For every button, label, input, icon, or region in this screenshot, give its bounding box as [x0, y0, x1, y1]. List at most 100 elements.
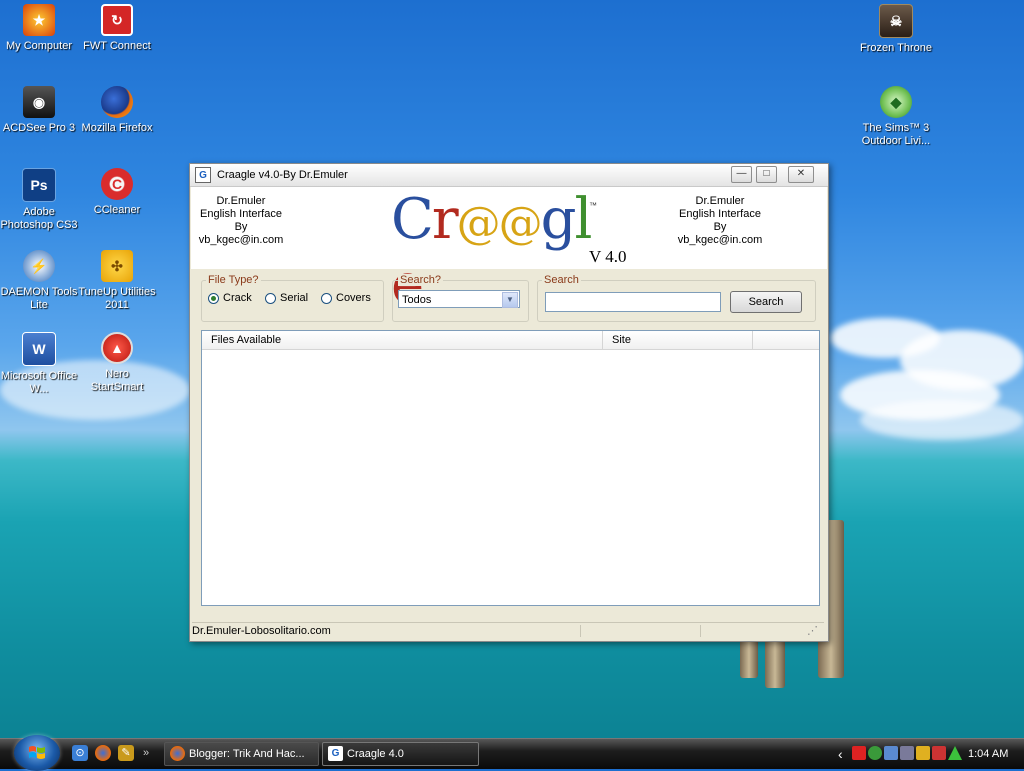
desktop-icon-sims[interactable]: ◆ The Sims™ 3 Outdoor Livi... [857, 86, 935, 148]
taskbar: ⊙ ✎ » Blogger: Trik And Hac... G Craagle… [0, 735, 1024, 771]
desktop-icon-fwt-connect[interactable]: ↻ FWT Connect [78, 4, 156, 53]
desktop-icon-label: ACDSee Pro 3 [2, 122, 76, 134]
desktop-icon-tuneup[interactable]: ✣ TuneUp Utilities 2011 [78, 250, 156, 312]
select-value: Todos [402, 294, 432, 306]
trademark-mark: ™ [589, 201, 597, 210]
desktop-icon-label: Adobe Photoshop CS3 [0, 206, 78, 231]
desktop-icon-label: CCleaner [93, 204, 141, 216]
search-where-label: Search? [398, 274, 443, 286]
credit-line: Dr.Emuler [695, 195, 745, 207]
firefox-quicklaunch-icon[interactable] [95, 745, 111, 761]
frozen-throne-icon: ☠ [879, 4, 913, 38]
column-header-site[interactable]: Site [603, 331, 753, 350]
radio-button[interactable] [321, 292, 332, 304]
craagle-icon: G [328, 746, 343, 761]
tray-device-icon[interactable] [900, 746, 914, 760]
taskbar-button-craagle[interactable]: G Craagle 4.0 [322, 742, 479, 766]
radio-button[interactable] [265, 292, 276, 304]
maximize-button[interactable]: □ [756, 166, 777, 183]
status-separator [700, 625, 701, 637]
pier-post [740, 636, 758, 678]
quicklaunch-app-icon[interactable]: ✎ [118, 745, 134, 761]
tray-expand-icon[interactable]: ‹ [838, 739, 843, 769]
photoshop-icon: Ps [22, 168, 56, 202]
status-text: Dr.Emuler-Lobosolitario.com [192, 625, 331, 637]
nero-icon: ▲ [101, 332, 133, 364]
tray-antivirus-icon[interactable] [852, 746, 866, 760]
credit-right: Dr.Emuler English Interface By vb_kgec@i… [665, 195, 775, 247]
pier-post [765, 636, 785, 688]
desktop-icon-word[interactable]: W Microsoft Office W... [0, 332, 78, 396]
taskbar-button-label: Blogger: Trik And Hac... [189, 748, 305, 760]
credit-line: By [713, 221, 727, 233]
logo-letter: g [540, 187, 577, 252]
sims-icon: ◆ [880, 86, 912, 118]
desktop-icon-acdsee[interactable]: ◉ ACDSee Pro 3 [0, 86, 78, 135]
resize-grip-icon[interactable]: ⋰ [807, 623, 818, 639]
fwt-connect-icon: ↻ [101, 4, 133, 36]
window-title: Craagle v4.0-By Dr.Emuler [217, 169, 348, 181]
tray-volume-icon[interactable] [932, 746, 946, 760]
search-button[interactable]: Search [730, 291, 802, 313]
desktop-icon-firefox[interactable]: Mozilla Firefox [78, 86, 156, 135]
firefox-icon [101, 86, 133, 118]
credit-line: vb_kgec@in.com [677, 234, 763, 246]
radio-covers[interactable]: Covers [321, 292, 371, 304]
desktop-icon-label: DAEMON Tools Lite [0, 286, 78, 311]
logo-letter: l [574, 187, 593, 252]
credit-line: English Interface [679, 208, 761, 220]
craagle-logo: Cr@@gle [391, 187, 601, 317]
my-computer-icon: ★ [23, 4, 55, 36]
tray-tuneup-icon[interactable] [916, 746, 930, 760]
radio-label: Serial [280, 292, 309, 304]
status-separator [580, 625, 581, 637]
craagle-window: G Craagle v4.0-By Dr.Emuler — □ ✕ Dr.Emu… [189, 163, 829, 642]
desktop-icon-photoshop[interactable]: Ps Adobe Photoshop CS3 [0, 168, 78, 232]
tray-alert-icon[interactable] [948, 746, 962, 760]
column-header-files[interactable]: Files Available [202, 331, 603, 350]
search-label: Search [542, 274, 581, 286]
desktop-icon-label: Nero StartSmart [90, 368, 144, 393]
word-icon: W [22, 332, 56, 366]
search-input[interactable] [545, 292, 721, 312]
taskbar-clock[interactable]: 1:04 AM [968, 739, 1008, 769]
tray-update-icon[interactable] [868, 746, 882, 760]
credit-left: Dr.Emuler English Interface By vb_kgec@i… [186, 195, 296, 247]
show-desktop-icon[interactable]: ⊙ [72, 745, 88, 761]
radio-label: Crack [223, 292, 252, 304]
minimize-button[interactable]: — [731, 166, 752, 183]
file-type-label: File Type? [206, 274, 261, 286]
chevron-down-icon[interactable]: ▼ [502, 292, 518, 308]
credit-line: Dr.Emuler [216, 195, 266, 207]
firefox-icon [170, 746, 185, 761]
radio-button[interactable] [208, 292, 219, 304]
desktop-icon-label: Microsoft Office W... [0, 370, 78, 395]
desktop-icon-frozen-throne[interactable]: ☠ Frozen Throne [857, 4, 935, 55]
craagle-app-icon: G [195, 167, 211, 183]
radio-serial[interactable]: Serial [265, 292, 308, 304]
logo-letter: r [431, 187, 459, 252]
desktop-icon-label: The Sims™ 3 Outdoor Livi... [861, 122, 931, 147]
tuneup-icon: ✣ [101, 250, 133, 282]
tray-network-icon[interactable] [884, 746, 898, 760]
taskbar-button-blogger[interactable]: Blogger: Trik And Hac... [164, 742, 319, 766]
column-header-extra[interactable] [753, 331, 819, 350]
logo-letter: @ [498, 198, 543, 249]
desktop-icon-daemon-tools[interactable]: ⚡ DAEMON Tools Lite [0, 250, 78, 312]
desktop-icon-my-computer[interactable]: ★ My Computer [0, 4, 78, 53]
start-button[interactable] [14, 735, 60, 771]
results-list[interactable]: Files Available Site [201, 330, 820, 606]
credit-line: By [234, 221, 248, 233]
desktop-icon-ccleaner[interactable]: C CCleaner [78, 168, 156, 217]
version-label: V 4.0 [589, 247, 627, 266]
credit-line: English Interface [200, 208, 282, 220]
search-where-select[interactable]: Todos ▼ [398, 290, 520, 308]
credit-line: vb_kgec@in.com [198, 234, 284, 246]
app-header: Dr.Emuler English Interface By vb_kgec@i… [191, 187, 827, 317]
title-bar[interactable]: G Craagle v4.0-By Dr.Emuler — □ ✕ [190, 164, 828, 187]
close-button[interactable]: ✕ [788, 166, 814, 183]
quicklaunch-more-icon[interactable]: » [141, 745, 151, 761]
radio-crack[interactable]: Crack [208, 292, 252, 304]
taskbar-button-label: Craagle 4.0 [347, 748, 404, 760]
desktop-icon-nero[interactable]: ▲ Nero StartSmart [78, 332, 156, 394]
